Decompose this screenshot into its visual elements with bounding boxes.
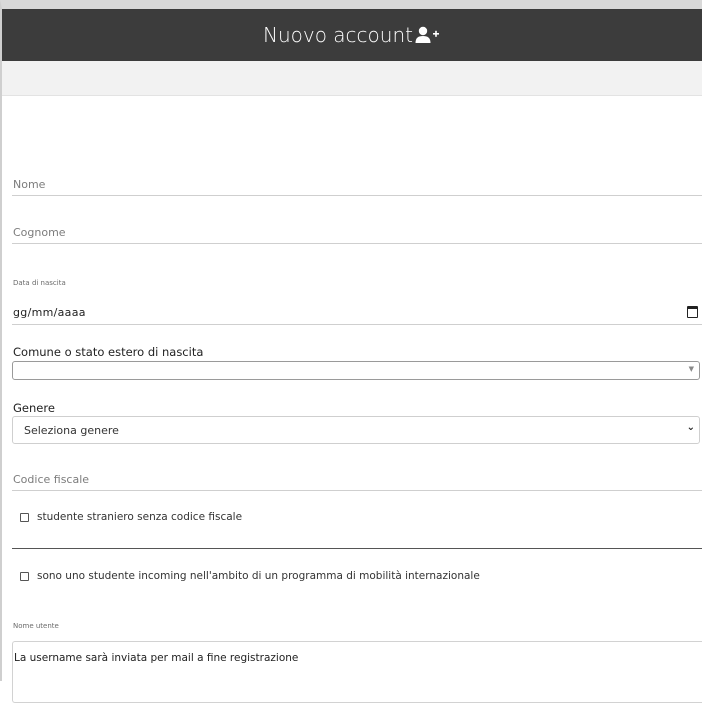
nome-utente-value: La username sarà inviata per mail a fine… — [14, 652, 299, 664]
codice-fiscale-field[interactable] — [12, 466, 702, 491]
page-header: Nuovo account — [2, 9, 702, 61]
nome-utente-input[interactable]: La username sarà inviata per mail a fine… — [12, 641, 702, 703]
nome-field[interactable] — [12, 171, 702, 196]
incoming-checkbox-row[interactable]: sono uno studente incoming nell'ambito d… — [20, 570, 480, 582]
nome-placeholder: Nome — [13, 178, 46, 191]
cognome-placeholder: Cognome — [13, 226, 66, 239]
calendar-icon[interactable] — [687, 306, 698, 318]
comune-select[interactable]: ▼ — [12, 361, 700, 380]
section-divider — [12, 548, 702, 549]
sub-toolbar — [2, 61, 702, 96]
straniero-checkbox-row[interactable]: studente straniero senza codice fiscale — [20, 511, 242, 523]
page-frame: Nuovo account Nome Cognome Data di nasci… — [0, 0, 702, 703]
genere-label: Genere — [13, 401, 55, 415]
incoming-checkbox-label: sono uno studente incoming nell'ambito d… — [37, 570, 480, 582]
nome-utente-label: Nome utente — [13, 622, 59, 630]
data-nascita-value: gg/mm/aaaa — [13, 305, 86, 319]
user-plus-icon — [415, 25, 441, 45]
straniero-checkbox-label: studente straniero senza codice fiscale — [37, 511, 243, 523]
straniero-checkbox[interactable] — [20, 512, 29, 522]
codice-fiscale-placeholder: Codice fiscale — [13, 473, 90, 486]
genere-value: Seleziona genere — [24, 423, 119, 437]
dropdown-arrow-icon: ▼ — [688, 365, 694, 373]
incoming-checkbox[interactable] — [20, 571, 29, 581]
cognome-field[interactable] — [12, 219, 702, 244]
data-nascita-label: Data di nascita — [13, 279, 66, 287]
chevron-down-icon: ⌄ — [686, 422, 695, 433]
data-nascita-input[interactable]: gg/mm/aaaa — [12, 300, 702, 325]
comune-label: Comune o stato estero di nascita — [13, 345, 204, 359]
genere-select[interactable]: Seleziona genere ⌄ — [12, 416, 700, 444]
page-title: Nuovo account — [263, 23, 413, 47]
